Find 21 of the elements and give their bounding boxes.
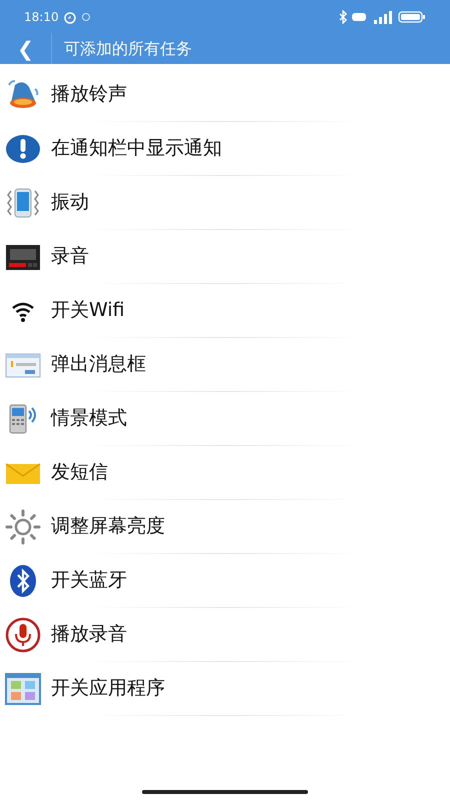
bluetooth-status-icon: [338, 10, 348, 24]
alarm-clock-icon: [62, 10, 77, 24]
page-title: 可添加的所有任务: [63, 38, 192, 60]
task-item[interactable]: 播放录音: [0, 608, 450, 661]
task-item[interactable]: 发短信: [0, 446, 450, 499]
task-item[interactable]: 开关蓝牙: [0, 554, 450, 607]
status-time: 18:10: [24, 8, 59, 26]
task-item[interactable]: 录音: [0, 230, 450, 283]
task-item[interactable]: 播放铃声: [0, 68, 450, 121]
task-item[interactable]: 振动: [0, 176, 450, 229]
task-item[interactable]: 开关Wifi: [0, 284, 450, 337]
notification-icon: [80, 12, 91, 22]
sun-icon: [5, 508, 41, 544]
task-item[interactable]: 在通知栏中显示通知: [0, 122, 450, 175]
battery-icon: [398, 10, 426, 22]
task-item[interactable]: 情景模式: [0, 392, 450, 445]
task-item[interactable]: 开关应用程序: [0, 662, 450, 715]
app-grid-icon: [5, 670, 41, 706]
task-item[interactable]: 弹出消息框: [0, 338, 450, 391]
microphone-icon: [5, 616, 41, 652]
task-item[interactable]: 调整屏幕亮度: [0, 500, 450, 553]
